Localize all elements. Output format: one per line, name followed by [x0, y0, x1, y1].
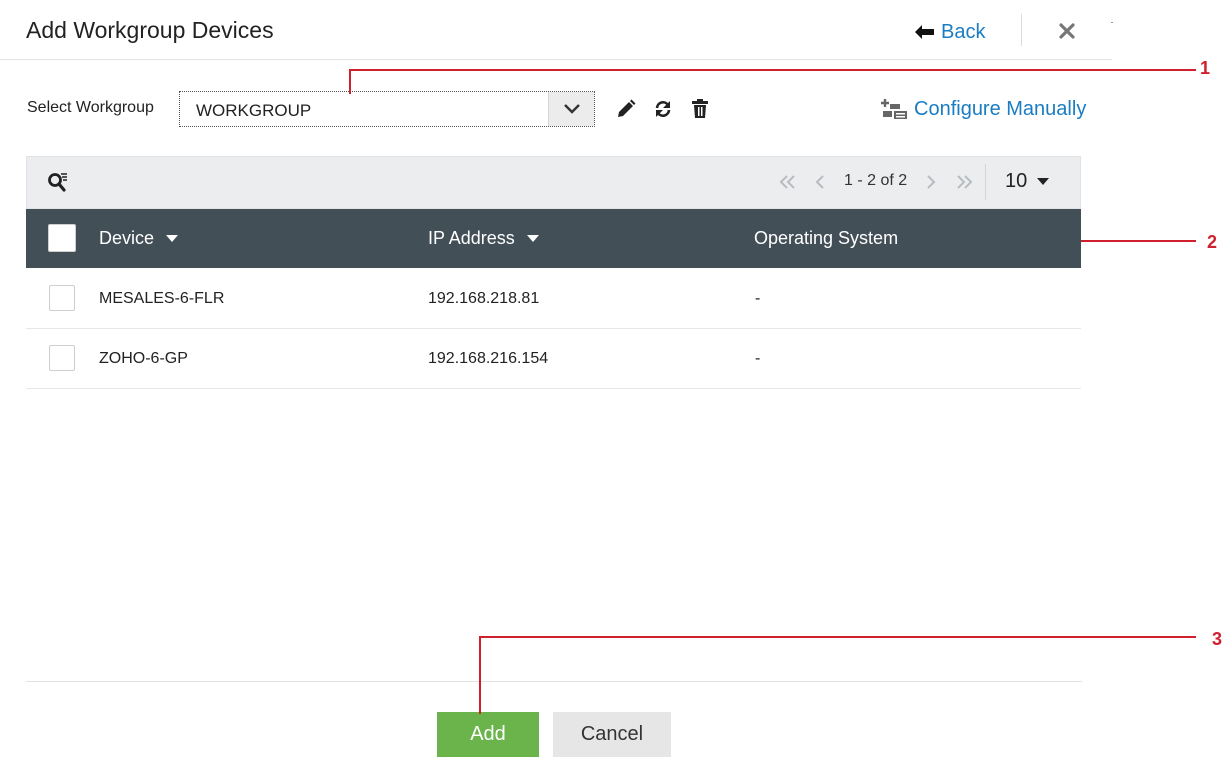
- column-header-ip-address[interactable]: IP Address: [428, 228, 539, 249]
- column-header-ip-label: IP Address: [428, 228, 515, 248]
- device-name: ZOHO-6-GP: [99, 350, 188, 367]
- callout-3-number: 3: [1212, 629, 1223, 649]
- select-all-checkbox[interactable]: [48, 224, 76, 252]
- trash-icon[interactable]: [689, 98, 711, 120]
- per-page-select[interactable]: 10: [1005, 169, 1050, 193]
- footer-divider: [26, 681, 1082, 682]
- header-dot: [1111, 22, 1113, 23]
- page-title: Add Workgroup Devices: [26, 17, 274, 43]
- column-header-device[interactable]: Device: [99, 228, 179, 249]
- callout-3-vertical-line: [479, 636, 481, 714]
- back-button[interactable]: Back: [915, 19, 985, 45]
- back-arrow-icon: [915, 25, 935, 39]
- back-label: Back: [941, 20, 986, 43]
- per-page-value: 10: [1005, 169, 1028, 192]
- header-divider: [1021, 14, 1022, 46]
- callout-3-horizontal-line: [479, 636, 1196, 638]
- column-header-device-label: Device: [99, 228, 155, 248]
- callout-1-number: 1: [1200, 58, 1211, 78]
- row-checkbox[interactable]: [49, 285, 75, 311]
- header-divider-line: [0, 59, 1112, 60]
- workgroup-select[interactable]: WORKGROUP: [179, 91, 595, 127]
- column-header-operating-system[interactable]: Operating System: [754, 228, 898, 249]
- close-icon[interactable]: [1057, 21, 1077, 41]
- caret-down-icon: [1037, 177, 1050, 185]
- column-header-os-label: Operating System: [754, 228, 899, 248]
- cancel-button[interactable]: Cancel: [553, 712, 671, 757]
- workgroup-select-value: WORKGROUP: [196, 101, 312, 120]
- add-button[interactable]: Add: [437, 712, 539, 757]
- ip-address: 192.168.216.154: [428, 350, 549, 367]
- edit-icon[interactable]: [615, 98, 637, 120]
- configure-manually-link[interactable]: Configure Manually: [880, 96, 1086, 122]
- pagination-range: 1 - 2 of 2: [844, 172, 908, 189]
- ip-address: 192.168.218.81: [428, 290, 540, 307]
- prev-page-icon[interactable]: [811, 173, 829, 191]
- pagination-divider: [985, 164, 986, 200]
- configure-manually-label: Configure Manually: [914, 97, 1087, 120]
- next-page-icon[interactable]: [922, 173, 940, 191]
- table-header: [26, 209, 1081, 268]
- row-checkbox[interactable]: [49, 345, 75, 371]
- refresh-icon[interactable]: [652, 98, 674, 120]
- first-page-icon[interactable]: [779, 173, 797, 191]
- device-name: MESALES-6-FLR: [99, 290, 225, 307]
- operating-system: -: [755, 350, 761, 367]
- callout-1-vertical-line: [349, 69, 351, 94]
- chevron-down-icon[interactable]: [548, 92, 594, 126]
- callout-1-horizontal-line: [349, 69, 1196, 71]
- last-page-icon[interactable]: [955, 173, 973, 191]
- callout-2-line: [1081, 240, 1196, 242]
- search-filter-icon[interactable]: [47, 171, 69, 193]
- sort-desc-icon: [526, 235, 539, 242]
- configure-manually-icon: [880, 98, 908, 120]
- select-workgroup-label: Select Workgroup: [27, 99, 154, 116]
- callout-2-number: 2: [1207, 232, 1218, 252]
- sort-desc-icon: [166, 235, 179, 242]
- operating-system: -: [755, 290, 761, 307]
